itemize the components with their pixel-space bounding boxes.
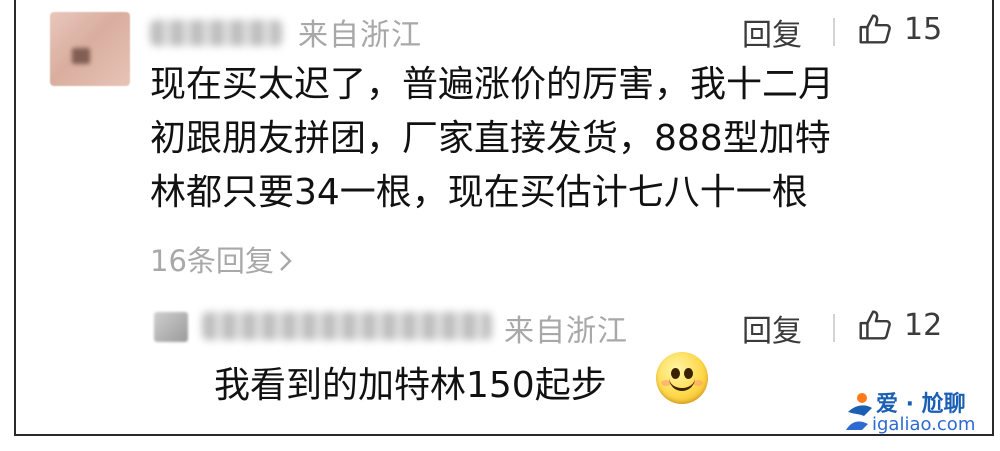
thumbs-up-icon[interactable] — [856, 10, 894, 48]
chevron-right-icon — [280, 251, 292, 271]
view-replies-link[interactable]: 16条回复 — [150, 238, 294, 280]
reply-content: 我看到的加特林150起步 — [214, 365, 607, 406]
thumbs-up-icon[interactable] — [856, 306, 894, 344]
watermark-url: igaliao.com — [872, 414, 976, 435]
action-divider — [833, 314, 835, 342]
action-divider — [833, 18, 835, 46]
reply-button[interactable]: 回复 — [742, 10, 802, 54]
reply-button[interactable]: 回复 — [742, 306, 802, 350]
smiley-face-icon — [656, 352, 708, 404]
replier-username-blurred[interactable] — [202, 312, 492, 340]
like-count: 15 — [904, 12, 943, 47]
igaliao-logo-icon — [846, 393, 872, 430]
like-count: 12 — [904, 308, 943, 343]
replies-count-label: 16条回复 — [150, 244, 274, 278]
replier-avatar[interactable] — [154, 312, 188, 342]
commenter-avatar[interactable] — [50, 12, 130, 86]
comment-content: 现在买太迟了，普遍涨价的厉害，我十二月 初跟朋友拼团，厂家直接发货，888型加特… — [150, 58, 950, 220]
comment-line: 初跟朋友拼团，厂家直接发货，888型加特 — [150, 118, 831, 159]
comment-location: 来自浙江 — [298, 18, 422, 53]
reply-location: 来自浙江 — [504, 314, 628, 349]
commenter-username-blurred[interactable] — [150, 20, 282, 46]
comment-line: 林都只要34一根，现在买估计七八十一根 — [150, 172, 808, 213]
comment-line: 现在买太迟了，普遍涨价的厉害，我十二月 — [150, 64, 835, 105]
site-watermark: 爱 · 尬聊 igaliao.com — [842, 384, 992, 444]
